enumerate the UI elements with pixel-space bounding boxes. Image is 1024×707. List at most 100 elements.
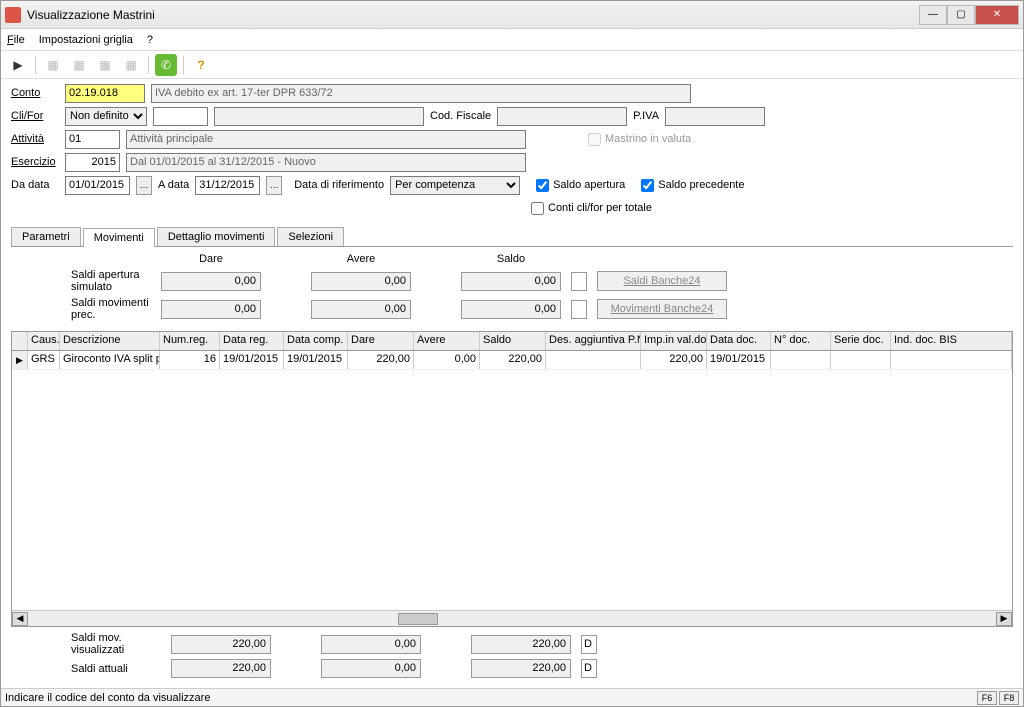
help-button[interactable]: ? [190, 54, 212, 76]
col-caus[interactable]: Caus. [28, 332, 60, 350]
tab-movimenti[interactable]: Movimenti [83, 228, 155, 247]
scroll-thumb[interactable] [398, 613, 438, 625]
clifor-select[interactable]: Non definito [65, 107, 147, 126]
status-text: Indicare il codice del conto da visualiz… [5, 692, 210, 704]
col-seriedoc[interactable]: Serie doc. [831, 332, 891, 350]
esercizio-input[interactable] [65, 153, 120, 172]
tab-dettaglio[interactable]: Dettaglio movimenti [157, 227, 276, 246]
col-avere[interactable]: Avere [414, 332, 480, 350]
dadata-input[interactable] [65, 176, 130, 195]
app-icon [5, 7, 21, 23]
conto-label: Conto [11, 87, 59, 99]
statusbar: Indicare il codice del conto da visualiz… [1, 688, 1023, 706]
close-button[interactable]: ✕ [975, 5, 1019, 25]
scroll-right-icon[interactable]: ▶ [996, 612, 1012, 626]
grid-body[interactable]: ▶ GRS Giroconto IVA split p 16 19/01/201… [12, 351, 1012, 610]
attivita-desc [126, 130, 526, 149]
att-avere: 0,00 [321, 659, 421, 678]
conto-desc [151, 84, 691, 103]
menubar: File Impostazioni griglia ? [1, 29, 1023, 51]
titlebar: Visualizzazione Mastrini — ▢ ✕ [1, 1, 1023, 29]
col-saldo[interactable]: Saldo [480, 332, 546, 350]
col-desagg[interactable]: Des. aggiuntiva P.N [546, 332, 641, 350]
mastrino-valuta-checkbox: Mastrino in valuta [588, 133, 691, 146]
apertura-saldo: 0,00 [461, 272, 561, 291]
menu-file[interactable]: File [7, 34, 25, 46]
prec-label: Saldi movimenti prec. [11, 297, 151, 321]
tab-selezioni[interactable]: Selezioni [277, 227, 344, 246]
vis-label: Saldi mov. visualizzati [11, 632, 161, 656]
maximize-button[interactable]: ▢ [947, 5, 975, 25]
col-numdoc[interactable]: N° doc. [771, 332, 831, 350]
apertura-avere: 0,00 [311, 272, 411, 291]
dadata-picker[interactable]: … [136, 176, 152, 195]
datarif-select[interactable]: Per competenza [390, 176, 520, 195]
saldo-apertura-checkbox[interactable]: Saldo apertura [536, 179, 625, 192]
dadata-label: Da data [11, 179, 59, 191]
att-dare: 220,00 [171, 659, 271, 678]
vis-d: D [581, 635, 597, 654]
col-datacomp[interactable]: Data comp. [284, 332, 348, 350]
f6-indicator: F6 [977, 691, 997, 705]
app-window: Visualizzazione Mastrini — ▢ ✕ File Impo… [0, 0, 1024, 707]
apertura-dare: 0,00 [161, 272, 261, 291]
prec-saldo: 0,00 [461, 300, 561, 319]
menu-impostazioni[interactable]: Impostazioni griglia [39, 34, 133, 46]
grid-button-2[interactable]: ▦ [68, 54, 90, 76]
menu-help[interactable]: ? [147, 34, 153, 46]
head-saldo: Saldo [461, 253, 561, 265]
col-descr[interactable]: Descrizione [60, 332, 160, 350]
col-datareg[interactable]: Data reg. [220, 332, 284, 350]
conto-input[interactable] [65, 84, 145, 103]
grid-button-1[interactable]: ▦ [42, 54, 64, 76]
clifor-desc [214, 107, 424, 126]
codfiscale-label: Cod. Fiscale [430, 110, 491, 122]
head-dare: Dare [161, 253, 261, 265]
piva-field [665, 107, 765, 126]
col-inddoc[interactable]: Ind. doc. BIS [891, 332, 1012, 350]
attivita-input[interactable] [65, 130, 120, 149]
clifor-label: Cli/For [11, 110, 59, 122]
head-avere: Avere [311, 253, 411, 265]
content: Conto Cli/For Non definito Cod. Fiscale … [1, 79, 1023, 688]
col-dare[interactable]: Dare [348, 332, 414, 350]
run-button[interactable]: ▶ [7, 54, 29, 76]
codfiscale-field [497, 107, 627, 126]
apertura-label: Saldi apertura simulato [11, 269, 151, 293]
window-title: Visualizzazione Mastrini [27, 8, 919, 22]
col-datadoc[interactable]: Data doc. [707, 332, 771, 350]
grid-button-4[interactable]: ▦ [120, 54, 142, 76]
mov-banche-button[interactable]: Movimenti Banche24 [597, 299, 727, 319]
adata-label: A data [158, 179, 189, 191]
f8-indicator: F8 [999, 691, 1019, 705]
datarif-label: Data di riferimento [294, 179, 384, 191]
conti-totale-checkbox[interactable]: Conti cli/for per totale [531, 202, 652, 215]
vis-saldo: 220,00 [471, 635, 571, 654]
col-impval[interactable]: Imp.in val.do [641, 332, 707, 350]
data-grid: Caus. Descrizione Num.reg. Data reg. Dat… [11, 331, 1013, 627]
grid-button-3[interactable]: ▦ [94, 54, 116, 76]
saldi-banche-button[interactable]: Saldi Banche24 [597, 271, 727, 291]
att-d: D [581, 659, 597, 678]
tab-parametri[interactable]: Parametri [11, 227, 81, 246]
saldi-section: Dare Avere Saldo Saldi apertura simulato… [11, 247, 1013, 331]
table-row[interactable]: ▶ GRS Giroconto IVA split p 16 19/01/201… [12, 351, 1012, 370]
adata-picker[interactable]: … [266, 176, 282, 195]
toolbar: ▶ ▦ ▦ ▦ ▦ ✆ ? [1, 51, 1023, 79]
minimize-button[interactable]: — [919, 5, 947, 25]
att-label: Saldi attuali [11, 663, 161, 675]
prec-dare: 0,00 [161, 300, 261, 319]
scroll-left-icon[interactable]: ◀ [12, 612, 28, 626]
prec-avere: 0,00 [311, 300, 411, 319]
piva-label: P.IVA [633, 110, 659, 122]
col-numreg[interactable]: Num.reg. [160, 332, 220, 350]
phone-button[interactable]: ✆ [155, 54, 177, 76]
horizontal-scrollbar[interactable]: ◀ ▶ [12, 610, 1012, 626]
vis-avere: 0,00 [321, 635, 421, 654]
clifor-code-input[interactable] [153, 107, 208, 126]
adata-input[interactable] [195, 176, 260, 195]
row-pointer-icon: ▶ [12, 351, 28, 369]
grid-header: Caus. Descrizione Num.reg. Data reg. Dat… [12, 332, 1012, 351]
saldo-precedente-checkbox[interactable]: Saldo precedente [641, 179, 744, 192]
esercizio-desc [126, 153, 526, 172]
